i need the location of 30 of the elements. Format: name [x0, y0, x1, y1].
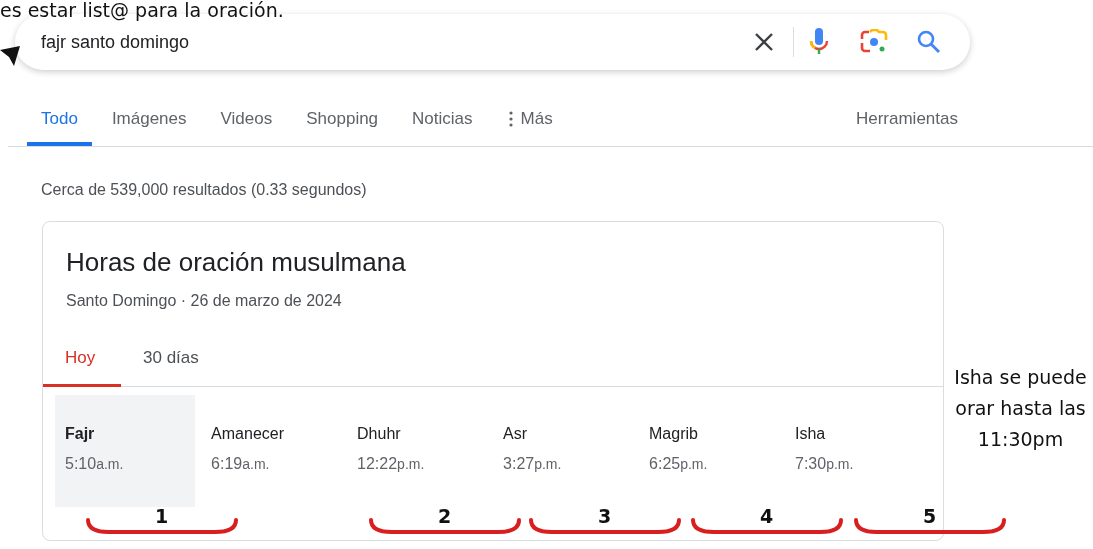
- prayer-cell[interactable]: Asr 3:27p.m.: [493, 395, 640, 507]
- step-number: 3: [598, 505, 612, 527]
- microphone-icon[interactable]: [808, 27, 830, 57]
- clear-icon[interactable]: [753, 31, 775, 53]
- prayer-cell[interactable]: Fajr 5:10a.m.: [55, 395, 196, 507]
- card-tab[interactable]: 30 días: [121, 338, 221, 387]
- prayer-cell[interactable]: Amanecer 6:19a.m.: [201, 395, 348, 507]
- result-stats: Cerca de 539,000 resultados (0.33 segundos): [41, 181, 367, 198]
- annotation-note: Isha se puede orar hasta las 11:30pm: [953, 365, 1088, 452]
- card-subtitle: Santo Domingo · 26 de marzo de 2024: [66, 292, 343, 310]
- search-tab[interactable]: Noticias: [412, 109, 473, 146]
- step-number: 5: [923, 505, 937, 527]
- search-icon[interactable]: [916, 29, 942, 55]
- step-number: 1: [155, 505, 169, 527]
- card-tab[interactable]: Hoy: [43, 338, 121, 387]
- step-number: 2: [438, 505, 452, 527]
- search-tab[interactable]: Más: [508, 109, 553, 146]
- prayer-cell[interactable]: Magrib 6:25p.m.: [639, 395, 785, 507]
- tools-link[interactable]: Herramientas: [855, 109, 958, 146]
- more-icon: [508, 111, 513, 127]
- search-tab[interactable]: Shopping: [306, 109, 379, 146]
- search-tab[interactable]: Todo: [27, 109, 92, 146]
- prayer-cell[interactable]: Dhuhr 12:22p.m.: [347, 395, 494, 507]
- step-number: 4: [760, 505, 774, 527]
- search-tab[interactable]: Imágenes: [111, 109, 187, 146]
- prayer-cell[interactable]: Isha 7:30p.m.: [785, 395, 931, 507]
- arrow-head: [0, 44, 22, 68]
- camera-icon[interactable]: [860, 29, 888, 55]
- search-tab[interactable]: Videos: [220, 109, 273, 146]
- card-title: Horas de oración musulmana: [66, 247, 407, 278]
